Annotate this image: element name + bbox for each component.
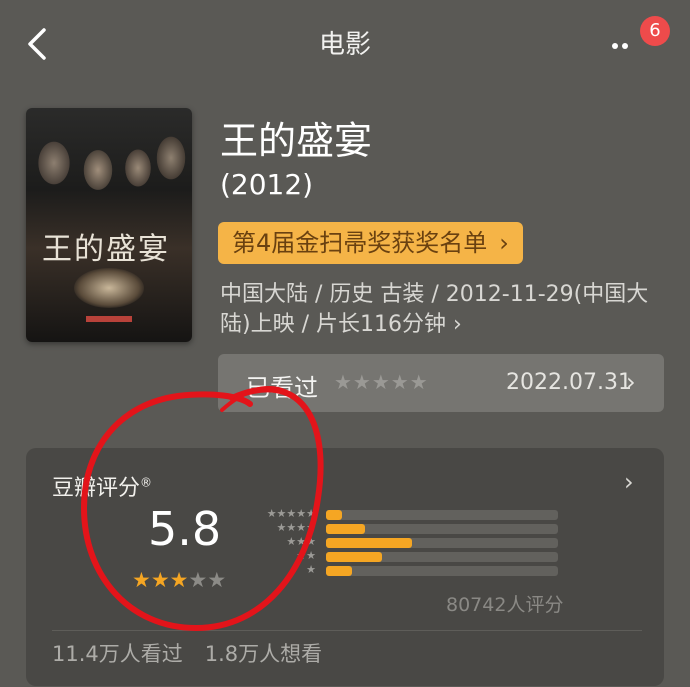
watched-status-bar[interactable]: 已看过 ★★★★★ 2022.07.31 › bbox=[218, 354, 664, 412]
movie-year: (2012) bbox=[220, 168, 314, 201]
want-count[interactable]: 1.8万人想看 bbox=[205, 642, 322, 666]
award-label: 第4届金扫帚奖获奖名单 bbox=[232, 229, 488, 257]
chevron-right-icon: › bbox=[499, 229, 509, 257]
rating-bar-row: ★ bbox=[254, 563, 560, 577]
rating-bar-fill bbox=[326, 510, 343, 520]
star-icon: ★ bbox=[207, 568, 227, 592]
rating-title: 豆瓣评分® bbox=[52, 470, 152, 502]
rating-score: 5.8 bbox=[148, 502, 222, 556]
watched-date: 2022.07.31 bbox=[506, 370, 632, 395]
meta-line-2: 陆)上映 / 片长116分钟 › bbox=[220, 312, 462, 337]
poster-footer-art bbox=[86, 316, 132, 322]
rating-bar-fill bbox=[326, 538, 412, 548]
rating-distribution: ★★★★★ ★★★★ ★★★ ★★ ★ bbox=[254, 507, 560, 582]
rating-bar-track bbox=[326, 552, 558, 562]
rating-bar-fill bbox=[326, 566, 352, 576]
douban-rating-card[interactable]: 豆瓣评分® › 5.8 ★★★★★ ★★★★★ ★★★★ ★★★ ★★ ★ 80742人… bbox=[26, 448, 664, 686]
rating-bar-track bbox=[326, 566, 558, 576]
rating-bar-row: ★★★★★ bbox=[254, 507, 560, 521]
top-bar: 电影 6 bbox=[0, 0, 690, 88]
rating-bar-row: ★★ bbox=[254, 549, 560, 563]
rating-bar-stars: ★★★★★ bbox=[266, 507, 316, 520]
divider bbox=[52, 630, 642, 631]
notification-badge[interactable]: 6 bbox=[640, 16, 670, 46]
rating-bar-row: ★★★ bbox=[254, 535, 560, 549]
watched-count[interactable]: 11.4万人看过 bbox=[52, 642, 183, 666]
watched-label: 已看过 bbox=[246, 374, 318, 402]
watch-stats: 11.4万人看过 1.8万人想看 bbox=[52, 638, 344, 668]
rating-bar-track bbox=[326, 510, 558, 520]
rating-bar-stars: ★ bbox=[306, 563, 316, 576]
rating-title-text: 豆瓣评分 bbox=[52, 476, 141, 501]
star-icon: ★ bbox=[188, 568, 208, 592]
star-icon: ★ bbox=[169, 568, 189, 592]
score-stars: ★★★★★ bbox=[132, 568, 226, 592]
rating-bar-fill bbox=[326, 524, 366, 534]
star-icon: ★ bbox=[150, 568, 170, 592]
rating-bar-stars: ★★★★ bbox=[276, 521, 316, 534]
page-title: 电影 bbox=[318, 30, 371, 60]
award-link-button[interactable]: 第4届金扫帚奖获奖名单 › bbox=[218, 222, 523, 264]
registered-mark: ® bbox=[140, 475, 153, 490]
movie-title: 王的盛宴 bbox=[220, 119, 373, 163]
rating-count: 80742人评分 bbox=[446, 594, 564, 616]
meta-line-1: 中国大陆 / 历史 古装 / 2012-11-29(中国大 bbox=[220, 282, 649, 307]
poster-stage-art bbox=[74, 268, 144, 308]
star-icon: ★ bbox=[132, 568, 151, 592]
movie-poster[interactable]: 王的盛宴 bbox=[26, 108, 192, 342]
rating-bar-stars: ★★ bbox=[296, 549, 316, 562]
user-rating-stars[interactable]: ★★★★★ bbox=[334, 370, 429, 394]
rating-bar-stars: ★★★ bbox=[286, 535, 316, 548]
chevron-right-icon[interactable]: › bbox=[624, 468, 634, 496]
poster-faces bbox=[26, 118, 192, 208]
movie-meta[interactable]: 中国大陆 / 历史 古装 / 2012-11-29(中国大 陆)上映 / 片长1… bbox=[220, 280, 660, 340]
rating-bar-track bbox=[326, 538, 558, 548]
rating-bar-track bbox=[326, 524, 558, 534]
rating-bar-fill bbox=[326, 552, 382, 562]
rating-bar-row: ★★★★ bbox=[254, 521, 560, 535]
chevron-right-icon: › bbox=[626, 368, 636, 396]
poster-title-art: 王的盛宴 bbox=[42, 232, 170, 267]
